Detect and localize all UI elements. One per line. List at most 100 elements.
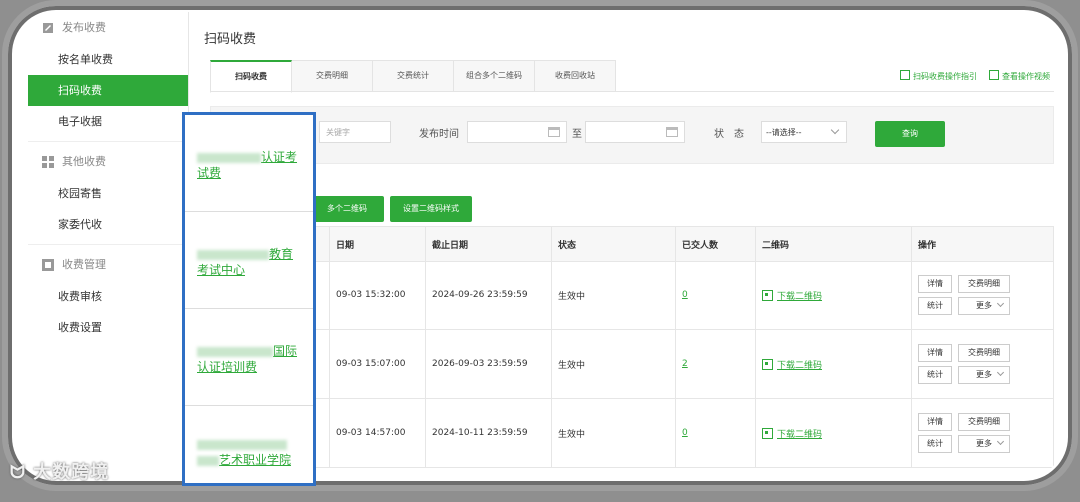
tab-pay-stats[interactable]: 交费统计 (373, 60, 454, 92)
paid-count-link[interactable]: 2 (682, 359, 688, 369)
detail-button[interactable]: 详情 (918, 275, 952, 293)
guide-link-label: 扫码收费操作指引 (913, 72, 977, 81)
stats-button[interactable]: 统计 (918, 366, 952, 384)
tab-combine-qr[interactable]: 组合多个二维码 (454, 60, 535, 92)
manage-icon (42, 259, 54, 271)
detail-button[interactable]: 详情 (918, 344, 952, 362)
tab-recycle-bin[interactable]: 收费回收站 (535, 60, 616, 92)
cell-qr: 下载二维码 (755, 330, 911, 398)
download-qr-link[interactable]: 下载二维码 (777, 427, 822, 440)
more-dropdown[interactable]: 更多 (958, 366, 1010, 384)
cell-count: 2 (675, 330, 755, 398)
cell-deadline: 2024-10-11 23:59:59 (425, 399, 551, 467)
more-label: 更多 (976, 301, 992, 310)
redacted-text (197, 346, 273, 357)
charge-name-item[interactable]: 认证考试费 (185, 115, 313, 212)
grid-icon (42, 156, 54, 168)
sidebar-group-manage: 收费管理 (28, 249, 188, 281)
end-date-input[interactable] (585, 121, 685, 143)
charge-name-line2: 考试中心 (197, 263, 246, 277)
more-dropdown[interactable]: 更多 (958, 297, 1010, 315)
status-select-value: --请选择-- (766, 128, 802, 137)
download-qr-link[interactable]: 下载二维码 (777, 289, 822, 302)
charge-name-link[interactable]: 认证考试费 (197, 149, 305, 181)
col-deadline: 截止日期 (425, 227, 551, 261)
cell-ops: 详情 交费明细 统计 更多 (911, 399, 1053, 467)
tab-underline (210, 91, 1054, 92)
sidebar-item-parent-collect[interactable]: 家委代收 (28, 209, 188, 240)
highlight-box: 认证考试费 教育 考试中心 国际 认证培训费 艺术职业学院 (182, 112, 316, 486)
chevron-down-icon (830, 125, 840, 135)
col-ops: 操作 (911, 227, 1053, 261)
cell-publish: 09-03 15:07:00 (329, 330, 425, 398)
sidebar-item-review[interactable]: 收费审核 (28, 281, 188, 312)
sidebar-item-settings[interactable]: 收费设置 (28, 312, 188, 343)
sidebar-group-publish: 发布收费 (28, 12, 188, 44)
sidebar-item-scan-charge[interactable]: 扫码收费 (28, 75, 188, 106)
charge-name-link[interactable]: 教育 考试中心 (197, 246, 305, 278)
qr-style-button[interactable]: 设置二维码样式 (390, 196, 472, 222)
pay-detail-button[interactable]: 交费明细 (958, 275, 1010, 293)
charge-name-line2: 认证培训费 (197, 360, 258, 374)
keyword-input[interactable]: 关键字 (319, 121, 391, 143)
app-window: 发布收费 按名单收费 扫码收费 电子收据 其他收费 校园寄售 家委代收 收费管理… (14, 12, 1066, 479)
combine-qr-button[interactable]: 多个二维码 (310, 196, 384, 222)
stats-button[interactable]: 统计 (918, 297, 952, 315)
more-dropdown[interactable]: 更多 (958, 435, 1010, 453)
sidebar-item-list-charge[interactable]: 按名单收费 (28, 44, 188, 75)
paid-count-link[interactable]: 0 (682, 428, 688, 438)
guide-links: 扫码收费操作指引 查看操作视频 (900, 70, 1050, 82)
charge-name-line2: 试费 (197, 166, 222, 180)
col-paid-count: 已交人数 (675, 227, 755, 261)
redacted-text (197, 439, 287, 450)
qr-code-icon (762, 358, 773, 370)
paid-count-link[interactable]: 0 (682, 290, 688, 300)
col-status: 状态 (551, 227, 675, 261)
charge-name-link[interactable]: 国际 认证培训费 (197, 343, 305, 375)
pay-detail-button[interactable]: 交费明细 (958, 413, 1010, 431)
divider (28, 244, 188, 245)
detail-button[interactable]: 详情 (918, 413, 952, 431)
status-select[interactable]: --请选择-- (761, 121, 847, 143)
tab-pay-detail[interactable]: 交费明细 (292, 60, 373, 92)
charge-name-item[interactable]: 教育 考试中心 (185, 212, 313, 309)
stats-button[interactable]: 统计 (918, 435, 952, 453)
watermark: ᗢ 大数跨境 (10, 462, 110, 483)
qr-code-icon (762, 427, 773, 439)
sidebar-group-other: 其他收费 (28, 146, 188, 178)
table-row: 09-03 15:32:00 2024-09-26 23:59:59 生效中 0… (211, 261, 1053, 330)
table-row: 09-03 15:07:00 2026-09-03 23:59:59 生效中 2… (211, 330, 1053, 399)
sidebar-group-label: 收费管理 (62, 258, 106, 271)
video-link[interactable]: 查看操作视频 (989, 70, 1050, 82)
filter-bar: 关键字 发布时间 至 状 态 --请选择-- 查询 (210, 106, 1054, 164)
to-label: 至 (572, 129, 582, 140)
main-content: 扫码收费 扫码收费 交费明细 交费统计 组合多个二维码 收费回收站 扫码收费操作… (192, 12, 1066, 479)
charge-table: 日期 截止日期 状态 已交人数 二维码 操作 09-03 15:32:00 20… (210, 226, 1054, 479)
calendar-icon (666, 127, 678, 137)
cell-publish: 09-03 14:57:00 (329, 399, 425, 467)
cell-deadline: 2026-09-03 23:59:59 (425, 330, 551, 398)
pay-detail-button[interactable]: 交费明细 (958, 344, 1010, 362)
charge-name-tail: 认证考 (261, 150, 298, 164)
chevron-down-icon (996, 299, 1005, 308)
tab-scan-charge[interactable]: 扫码收费 (210, 60, 292, 93)
cell-count: 0 (675, 261, 755, 329)
search-button[interactable]: 查询 (875, 121, 945, 147)
guide-link[interactable]: 扫码收费操作指引 (900, 70, 977, 82)
charge-name-link[interactable]: 艺术职业学院 (197, 436, 305, 468)
cell-publish: 09-03 15:32:00 (329, 261, 425, 329)
sidebar-group-label: 其他收费 (62, 155, 106, 168)
cell-qr: 下载二维码 (755, 261, 911, 329)
download-qr-link[interactable]: 下载二维码 (777, 358, 822, 371)
table-header: 日期 截止日期 状态 已交人数 二维码 操作 (211, 226, 1053, 262)
cell-status: 生效中 (551, 399, 675, 467)
sidebar-item-e-receipt[interactable]: 电子收据 (28, 106, 188, 137)
chevron-down-icon (996, 437, 1005, 446)
start-date-input[interactable] (467, 121, 567, 143)
charge-name-item[interactable]: 艺术职业学院 (185, 406, 313, 502)
sidebar-item-consignment[interactable]: 校园寄售 (28, 178, 188, 209)
screenshot-frame: 发布收费 按名单收费 扫码收费 电子收据 其他收费 校园寄售 家委代收 收费管理… (8, 6, 1072, 485)
charge-name-item[interactable]: 国际 认证培训费 (185, 309, 313, 406)
publish-time-label: 发布时间 (419, 129, 459, 140)
redacted-text (197, 455, 219, 466)
